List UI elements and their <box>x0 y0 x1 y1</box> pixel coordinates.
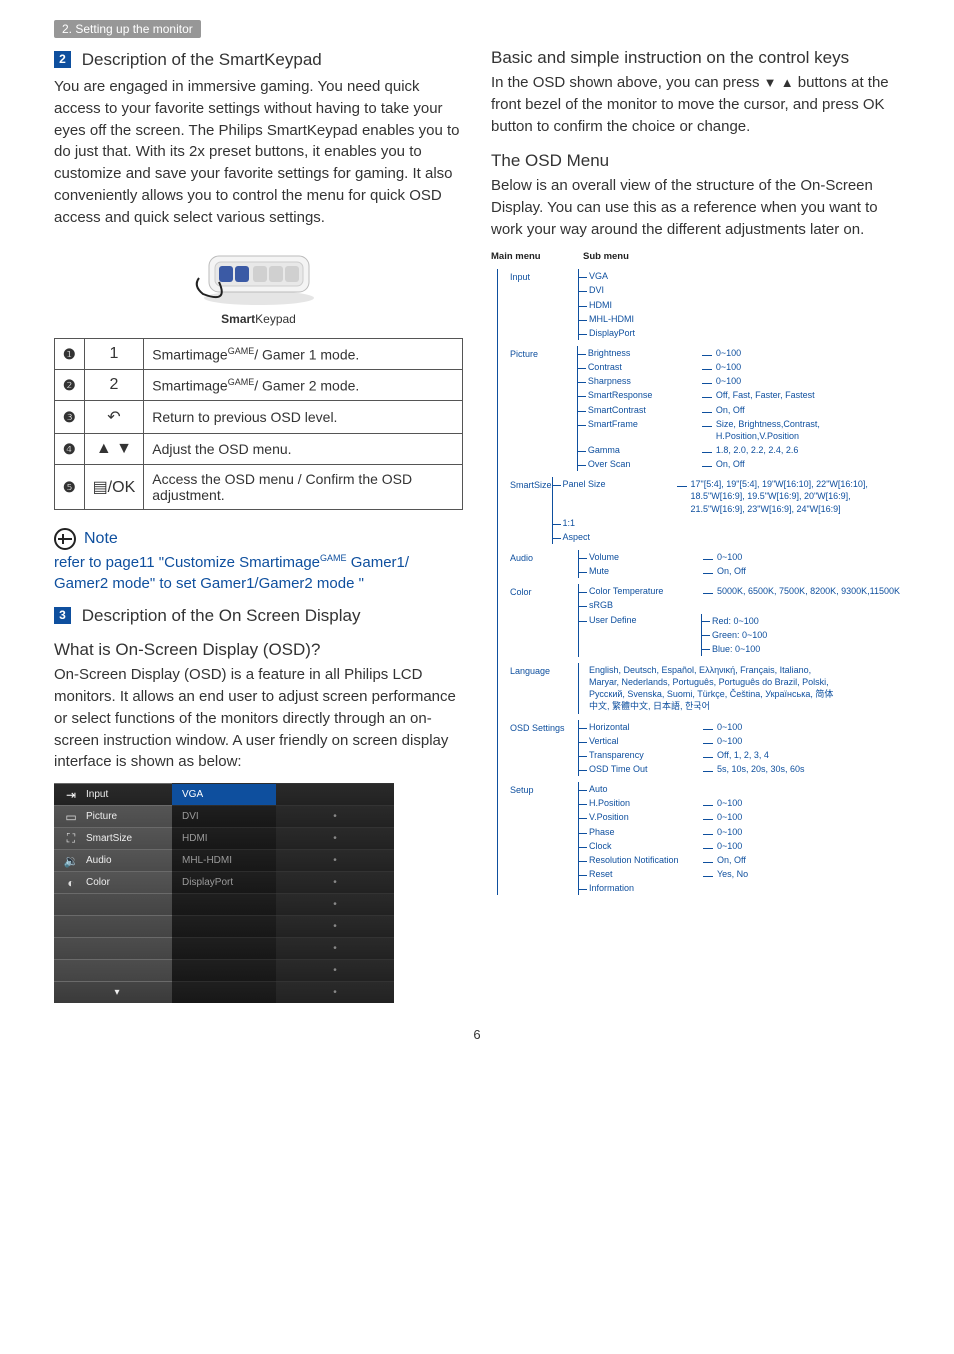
right-column: Basic and simple instruction on the cont… <box>491 48 900 1003</box>
smartkeypad-illustration <box>54 238 463 308</box>
right-p1: In the OSD shown above, you can press ▼ … <box>491 72 900 137</box>
section3-title: Description of the On Screen Display <box>82 606 361 625</box>
section3-body: On-Screen Display (OSD) is a feature in … <box>54 664 463 773</box>
iconmap-row: ❺▤/OKAccess the OSD menu / Confirm the O… <box>55 465 463 510</box>
section2-title: Description of the SmartKeypad <box>82 50 322 69</box>
tree-main-item: SmartSizePanel Size17"[5:4], 19"[5:4], 1… <box>498 477 900 544</box>
right-h2: The OSD Menu <box>491 151 900 171</box>
iconmap-row: ❸↶Return to previous OSD level. <box>55 401 463 434</box>
tree-main-item: SetupAutoH.Position0~100V.Position0~100P… <box>498 782 900 895</box>
section-number-2: 2 <box>54 51 71 68</box>
smartkeypad-caption: SmartKeypad <box>54 312 463 326</box>
section2-body: You are engaged in immersive gaming. You… <box>54 76 463 228</box>
iconmap-row: ❶1SmartimageGAME/ Gamer 1 mode. <box>55 339 463 370</box>
note-body: refer to page11 "Customize SmartimageGAM… <box>54 552 463 594</box>
osd-mock: ⇥InputVGA▭PictureDVI•⛶SmartSizeHDMI•🔉Aud… <box>54 783 394 1003</box>
note-title: Note <box>84 530 118 548</box>
iconmap-row: ❷2SmartimageGAME/ Gamer 2 mode. <box>55 370 463 401</box>
iconmap-table: ❶1SmartimageGAME/ Gamer 1 mode.❷2Smartim… <box>54 338 463 510</box>
section3-question: What is On-Screen Display (OSD)? <box>54 640 463 660</box>
right-p2: Below is an overall view of the structur… <box>491 175 900 240</box>
right-h1: Basic and simple instruction on the cont… <box>491 48 900 68</box>
breadcrumb: 2. Setting up the monitor <box>54 20 201 38</box>
iconmap-row: ❹▲ ▼Adjust the OSD menu. <box>55 434 463 465</box>
osd-tree: Main menu Sub menu InputVGADVIHDMIMHL-HD… <box>491 251 900 896</box>
tree-main-item: PictureBrightness0~100Contrast0~100Sharp… <box>498 346 900 471</box>
tree-main-item: OSD SettingsHorizontal0~100Vertical0~100… <box>498 720 900 777</box>
triangle-up-icon: ▲ <box>781 75 794 90</box>
section-number-3: 3 <box>54 607 71 624</box>
tree-main-item: ColorColor Temperature5000K, 6500K, 7500… <box>498 584 900 657</box>
left-column: 2 Description of the SmartKeypad You are… <box>54 48 463 1003</box>
tree-main-item: LanguageEnglish, Deutsch, Español, Ελλην… <box>498 663 900 714</box>
tree-main-item: InputVGADVIHDMIMHL-HDMIDisplayPort <box>498 269 900 340</box>
tree-main-item: AudioVolume0~100MuteOn, Off <box>498 550 900 578</box>
triangle-down-icon: ▼ <box>764 75 777 90</box>
page-number: 6 <box>54 1027 900 1042</box>
note-icon <box>54 528 76 550</box>
